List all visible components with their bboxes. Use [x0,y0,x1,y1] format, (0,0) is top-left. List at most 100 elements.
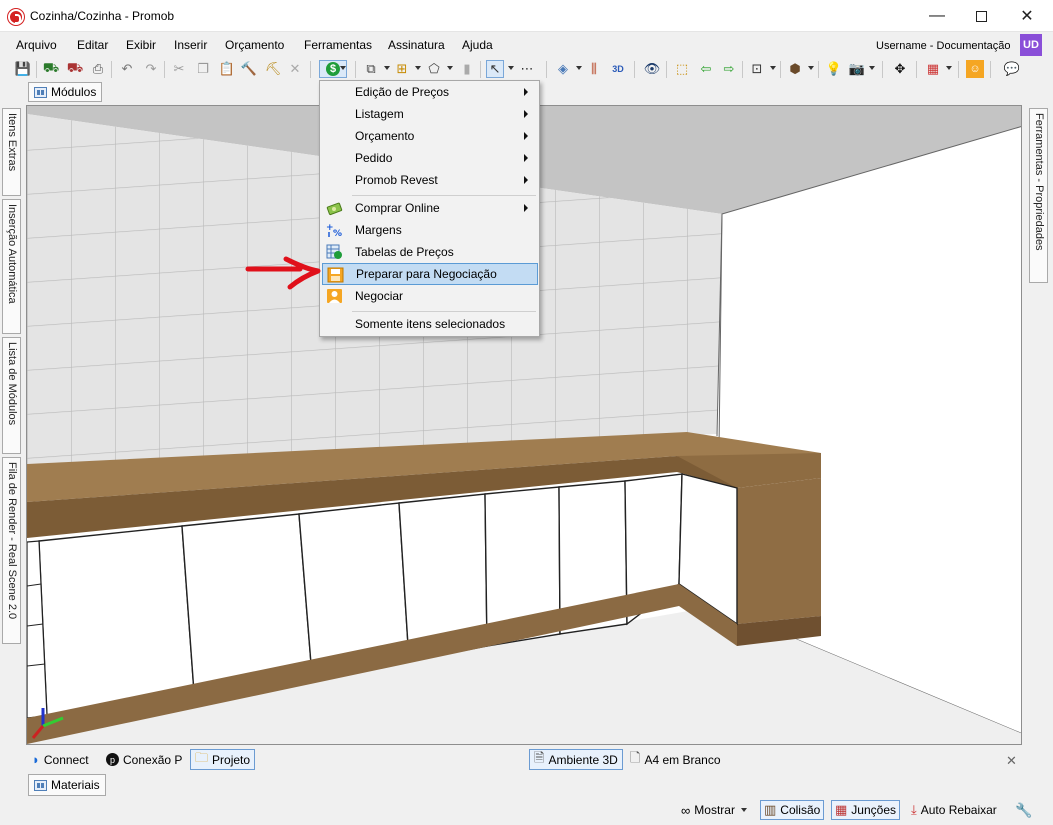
menu-item-orcamento[interactable]: Orçamento [322,125,538,147]
menu-item-somente-selecionados[interactable]: Somente itens selecionados [322,313,538,335]
menu-item-preparar-negociacao[interactable]: Preparar para Negociação [322,263,538,285]
render-hq-icon[interactable]: ⛟ [66,60,84,78]
juncoes-toggle[interactable]: ▦ Junções [831,800,900,820]
hammer-icon[interactable]: 🔨 [240,60,258,78]
save-icon[interactable]: 💾 [14,60,32,78]
return-side-panel [737,478,821,624]
tab-ambiente-3d[interactable]: 🗎 Ambiente 3D [529,749,623,770]
side-tab-insercao-automatica[interactable]: Inserção Automática [2,199,21,334]
chevron-down-icon[interactable] [576,66,582,70]
menu-item-negociar[interactable]: Negociar [322,285,538,307]
camera-icon[interactable]: 📷 [848,60,866,78]
page-icon: 🗋 [630,749,641,765]
tab-projeto[interactable]: 🗀 Projeto [190,749,256,770]
pointer-icon[interactable]: ↖ [486,60,504,78]
menu-item-comprar-online[interactable]: Comprar Online [322,197,538,219]
menu-item-edicao-precos[interactable]: Edição de Preços [322,81,538,103]
undo-icon[interactable]: ↶ [118,60,136,78]
auto-rebaixar-toggle[interactable]: ⤓ Auto Rebaixar [908,800,1000,820]
prepare-negotiation-icon [327,267,344,283]
measure-icon[interactable]: ⋯ [518,60,536,78]
panel-icon[interactable]: ▮ [458,60,476,78]
hierarchy-icon[interactable]: ⊞ [393,60,411,78]
materiais-tab[interactable]: Materiais [28,774,106,796]
menu-item-label: Orçamento [355,129,415,143]
menu-item-label: Preparar para Negociação [356,267,497,281]
chevron-down-icon[interactable] [384,66,390,70]
person-icon[interactable]: ☺ [966,60,984,78]
status-label: Junções [851,803,896,817]
chevron-down-icon[interactable] [770,66,776,70]
menu-item-label: Comprar Online [355,201,440,215]
cut-icon[interactable]: ✂ [170,60,188,78]
menu-item-margens[interactable]: + % Margens [322,219,538,241]
close-tab-icon[interactable]: ✕ [1006,753,1017,769]
light-bulb-icon[interactable]: 💡 [825,60,843,78]
menu-orcamento[interactable]: Orçamento [225,38,284,52]
menu-ferramentas[interactable]: Ferramentas [304,38,372,52]
cube-icon[interactable]: ⬢ [786,60,804,78]
tools-wrench-icon[interactable]: 🔧 [1012,800,1035,820]
price-table-icon [326,244,342,259]
wrench-icon: 🔧 [1015,801,1033,818]
module-select-icon[interactable]: ⧉ [362,60,380,78]
redo-icon[interactable]: ↷ [142,60,160,78]
tab-label: Ambiente 3D [548,752,618,767]
move-icon[interactable]: ✥ [891,60,909,78]
side-tab-fila-render[interactable]: Fila de Render - Real Scene 2.0 [2,457,21,644]
chevron-down-icon[interactable] [447,66,453,70]
maximize-button[interactable] [958,0,1004,32]
menu-inserir[interactable]: Inserir [174,38,207,52]
tab-conexao[interactable]: p Conexão P [102,749,186,770]
modulos-tab[interactable]: Módulos [28,82,103,102]
menu-item-promob-revest[interactable]: Promob Revest [322,169,538,191]
chevron-down-icon[interactable] [808,66,814,70]
mostrar-dropdown[interactable]: ∞ Mostrar [678,800,750,820]
layers-icon[interactable]: ◈ [554,60,572,78]
menu-item-listagem[interactable]: Listagem [322,103,538,125]
paint-roller-icon[interactable]: ⛏ [264,60,282,78]
dimension-icon[interactable]: ⫼ [585,60,603,78]
shape-icon[interactable]: ⬠ [425,60,443,78]
tab-connect[interactable]: ◗ Connect [28,749,93,770]
chevron-down-icon[interactable] [508,66,514,70]
menu-assinatura[interactable]: Assinatura [388,38,445,52]
delete-icon[interactable]: ✕ [286,60,304,78]
side-tab-ferramentas-propriedades[interactable]: Ferramentas - Propriedades [1029,108,1048,283]
bottom-tab-bar: ◗ Connect p Conexão P 🗀 Projeto 🗎 Ambien… [26,747,1022,771]
chevron-down-icon[interactable] [340,66,346,70]
side-tab-label: Ferramentas - Propriedades [1033,113,1045,251]
chevron-down-icon[interactable] [946,66,952,70]
menu-exibir[interactable]: Exibir [126,38,156,52]
paste-icon[interactable]: 📋 [218,60,236,78]
menu-ajuda[interactable]: Ajuda [462,38,493,52]
minimize-button[interactable]: — [914,0,960,32]
menu-item-pedido[interactable]: Pedido [322,147,538,169]
menu-editar[interactable]: Editar [77,38,108,52]
colisao-toggle[interactable]: ▥ Colisão [760,800,825,820]
frame-icon[interactable]: ⊡ [748,60,766,78]
menu-arquivo[interactable]: Arquivo [16,38,57,52]
arrow-left-icon[interactable]: ⇦ [697,60,715,78]
user-label[interactable]: Username - Documentação [876,40,1011,52]
arrow-right-icon[interactable]: ⇨ [720,60,738,78]
chevron-down-icon[interactable] [415,66,421,70]
cash-icon [326,202,343,216]
close-button[interactable]: ✕ [1004,0,1050,32]
menu-item-tabelas-precos[interactable]: Tabelas de Preços [322,241,538,263]
chevron-down-icon[interactable] [869,66,875,70]
menu-separator [352,311,536,312]
chat-icon[interactable]: 💬 [1003,60,1021,78]
color-palette-icon[interactable]: ▦ [924,60,942,78]
render-icon[interactable]: ⛟ [42,60,60,78]
side-tab-itens-extras[interactable]: Itens Extras [2,108,21,196]
boxes-icon[interactable]: ⬚ [673,60,691,78]
print-icon[interactable]: ⎙ [89,60,107,78]
copy-icon[interactable]: ❐ [194,60,212,78]
eye-icon[interactable]: 👁 [643,60,661,78]
view-3d-icon[interactable]: 3D [609,60,627,78]
side-tab-lista-modulos[interactable]: Lista de Módulos [2,337,21,454]
tab-a4-branco[interactable]: 🗋 A4 em Branco [626,749,725,770]
toolbar-separator [111,61,112,78]
user-avatar[interactable]: UD [1020,34,1042,56]
